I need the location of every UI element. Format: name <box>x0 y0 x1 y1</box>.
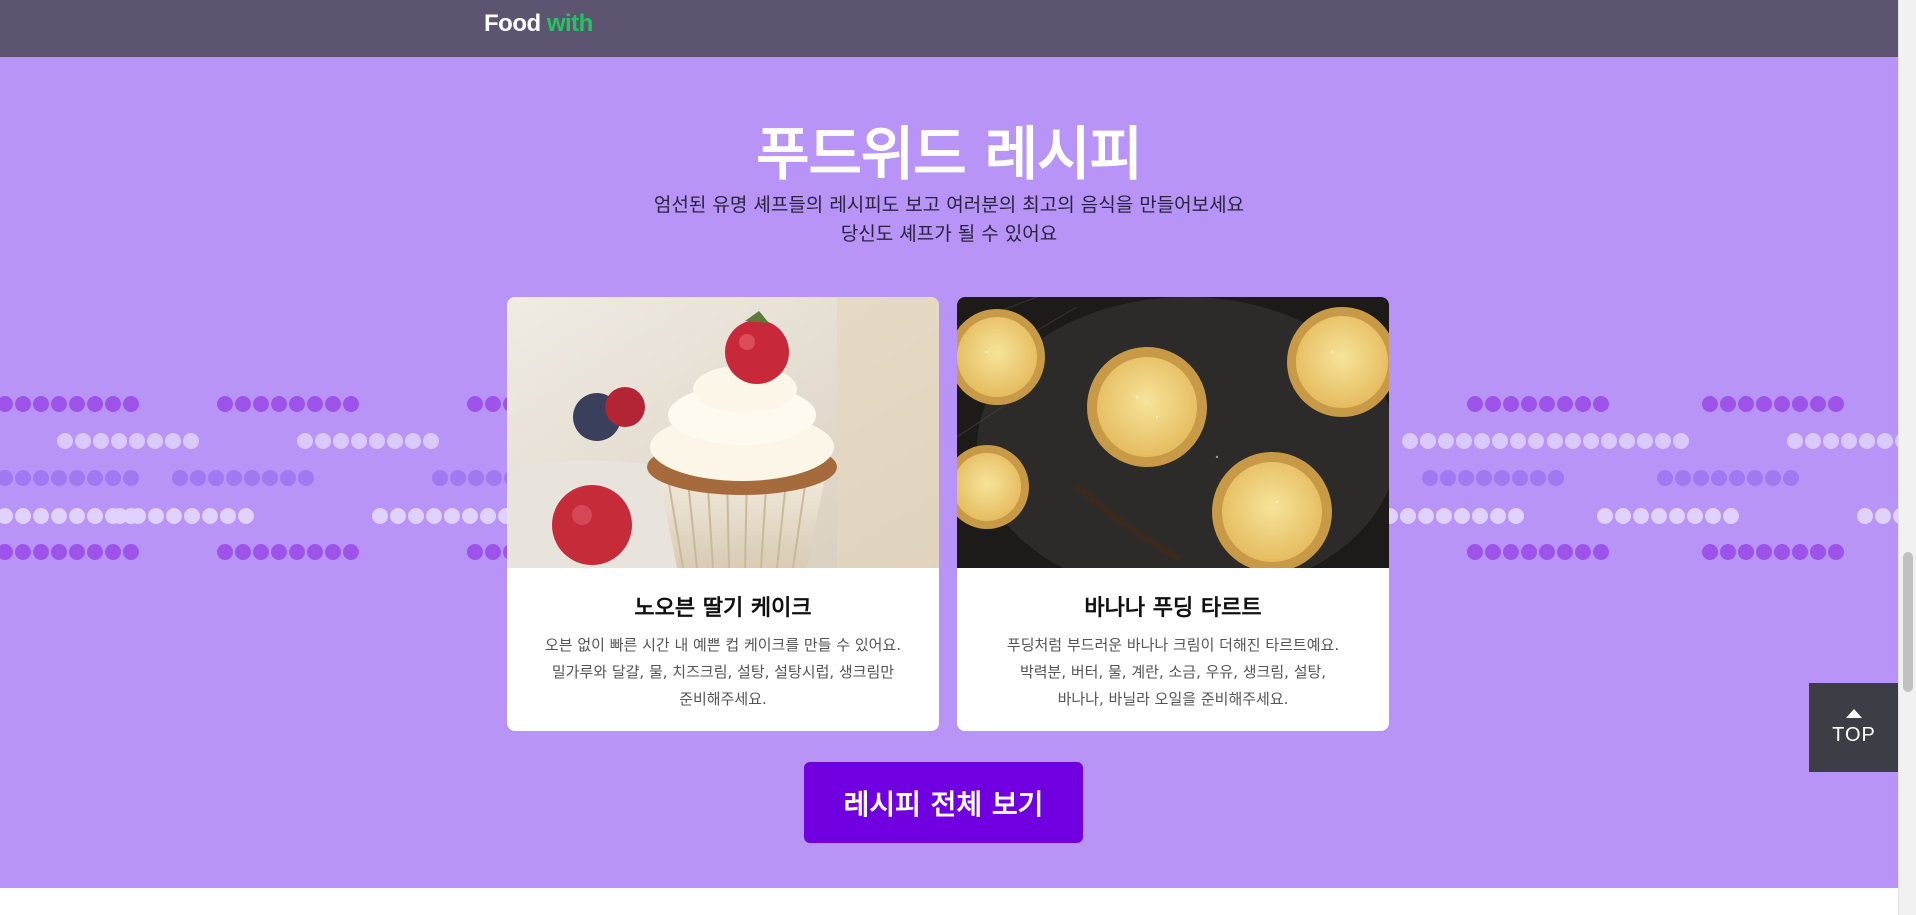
view-all-recipes-button[interactable]: 레시피 전체 보기 <box>804 762 1083 843</box>
section-desc-line1: 엄선된 유명 셰프들의 레시피도 보고 여러분의 최고의 음식을 만들어보세요 <box>653 194 1245 216</box>
recipe-title: 바나나 푸딩 타르트 <box>1084 596 1262 621</box>
recipe-card-tart[interactable]: 바나나 푸딩 타르트 푸딩처럼 부드러운 바나나 크림이 더해진 타르트예요. … <box>957 297 1389 731</box>
recipe-description: 푸딩처럼 부드러운 바나나 크림이 더해진 타르트예요. 박력분, 버터, 물,… <box>1006 636 1340 708</box>
site-header: Food with <box>0 0 1898 57</box>
recipe-cards: 노오븐 딸기 케이크 오븐 없이 빠른 시간 내 예쁜 컵 케이크를 만들 수 … <box>507 297 1389 731</box>
page-scrollbar[interactable] <box>1898 0 1916 915</box>
recipe-title: 노오븐 딸기 케이크 <box>634 596 812 621</box>
site-logo[interactable]: Food with <box>484 10 593 38</box>
section-desc-line2: 당신도 셰프가 될 수 있어요 <box>840 223 1058 245</box>
scroll-to-top-button[interactable]: TOP <box>1809 683 1899 772</box>
tart-image <box>957 297 1389 568</box>
cupcake-image <box>507 297 939 568</box>
section-title: 푸드위드 레시피 <box>756 120 1143 188</box>
arrow-up-icon <box>1846 708 1862 718</box>
recipe-description: 오븐 없이 빠른 시간 내 예쁜 컵 케이크를 만들 수 있어요. 밀가루와 달… <box>544 636 902 708</box>
recipe-card-cupcake[interactable]: 노오븐 딸기 케이크 오븐 없이 빠른 시간 내 예쁜 컵 케이크를 만들 수 … <box>507 297 939 731</box>
section-description: 엄선된 유명 셰프들의 레시피도 보고 여러분의 최고의 음식을 만들어보세요 … <box>0 191 1898 249</box>
recipe-section: 푸드위드 레시피 엄선된 유명 셰프들의 레시피도 보고 여러분의 최고의 음식… <box>0 57 1898 888</box>
top-label: TOP <box>1832 723 1876 746</box>
logo-food-text: Food <box>484 10 541 37</box>
scrollbar-thumb[interactable] <box>1903 552 1913 692</box>
logo-with-text: with <box>546 10 594 37</box>
